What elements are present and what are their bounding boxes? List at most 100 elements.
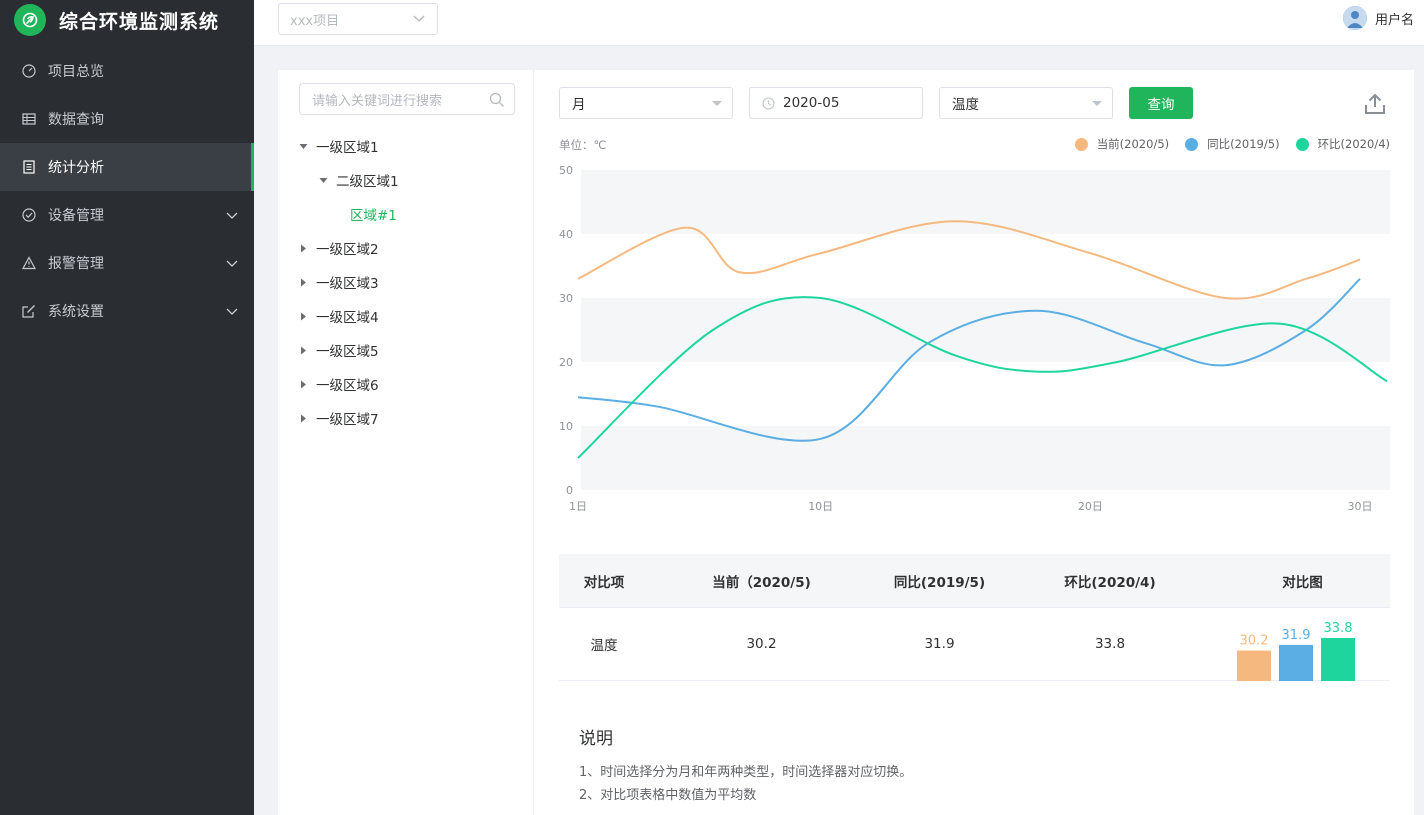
sidebar-item-6[interactable]: 系统设置: [0, 287, 254, 335]
tree-node-label: 二级区域1: [336, 174, 399, 190]
tree-node-label: 一级区域3: [316, 276, 379, 292]
query-button[interactable]: 查询: [1129, 87, 1193, 119]
check-circle-icon: [22, 208, 36, 222]
sidebar-item-5[interactable]: 报警管理: [0, 239, 254, 287]
sidebar: 综合环境监测系统 项目总览数据查询统计分析设备管理报警管理系统设置: [0, 0, 254, 815]
document-icon: [22, 160, 36, 174]
caret-down-icon[interactable]: [318, 175, 328, 185]
tree-node-label: 一级区域1: [316, 140, 379, 156]
sidebar-item-label: 项目总览: [48, 64, 104, 80]
sidebar-item-label: 数据查询: [48, 112, 104, 128]
legend-label: 环比(2020/4): [1317, 137, 1390, 151]
region-tree: 一级区域1 二级区域1 区域#1 一级区域2 一级区域3 一级区域4 一级区域5 一级区域6 一…: [278, 129, 534, 435]
chevron-down-icon: [226, 208, 238, 224]
caret-right-icon[interactable]: [298, 345, 308, 355]
table-row: 温度 30.2 31.9 33.8 30.2 31.9 33.8: [559, 608, 1390, 681]
sidebar-item-label: 统计分析: [48, 160, 104, 176]
note-line: 1、时间选择分为月和年两种类型，时间选择器对应切换。: [579, 765, 913, 780]
note-line: 2、对比项表格中数值为平均数: [579, 788, 757, 803]
tree-node[interactable]: 一级区域1: [278, 129, 534, 163]
export-upload-icon[interactable]: [1363, 92, 1387, 116]
region-tree-pane: 请输入关键词进行搜索 一级区域1 二级区域1 区域#1 一级区域2 一级区域3 一级区域4…: [278, 70, 534, 815]
tree-node-label: 一级区域6: [316, 378, 379, 394]
edit-icon: [22, 304, 36, 318]
chevron-down-icon: [226, 256, 238, 272]
chart-legend: 当前(2020/5) 同比(2019/5) 环比(2020/4): [1059, 136, 1390, 152]
tree-node-label: 一级区域7: [316, 412, 379, 428]
period-select[interactable]: 月: [559, 87, 733, 119]
tree-node-label: 一级区域4: [316, 310, 379, 326]
tree-leaf[interactable]: 区域#1: [278, 197, 534, 231]
topbar: xxx项目 用户名: [254, 0, 1424, 46]
table-header: 对比项 当前（2020/5) 同比(2019/5) 环比(2020/4) 对比图: [559, 554, 1390, 608]
tree-node[interactable]: 二级区域1: [278, 163, 534, 197]
caret-right-icon[interactable]: [298, 311, 308, 321]
legend-dot-icon: [1185, 137, 1199, 151]
caret-right-icon[interactable]: [298, 243, 308, 253]
dashboard-icon: [22, 64, 36, 78]
user-menu[interactable]: 用户名: [1342, 6, 1414, 30]
avatar: [1342, 6, 1367, 30]
tree-node[interactable]: 一级区域2: [278, 231, 534, 265]
sidebar-item-label: 设备管理: [48, 208, 104, 224]
x-tick-label: 10日: [808, 500, 833, 513]
legend-label: 当前(2020/5): [1096, 137, 1170, 151]
x-tick-label: 30日: [1348, 500, 1373, 513]
mini-bar: [1321, 638, 1355, 681]
header-mom: 环比(2020/4): [1064, 574, 1156, 591]
sidebar-item-label: 系统设置: [48, 304, 104, 320]
leaf-logo-icon: [14, 4, 46, 36]
content-panel: 请输入关键词进行搜索 一级区域1 二级区域1 区域#1 一级区域2 一级区域3 一级区域4…: [278, 70, 1414, 815]
cell-yoy: 31.9: [924, 636, 955, 652]
y-tick-label: 0: [566, 484, 573, 497]
metric-select[interactable]: 温度: [939, 87, 1113, 119]
mini-bar-label: 33.8: [1324, 621, 1353, 636]
tree-search-placeholder: 请输入关键词进行搜索: [312, 93, 443, 109]
cell-current: 30.2: [746, 636, 777, 652]
notes-title: 说明: [579, 729, 613, 749]
sidebar-item-2[interactable]: 数据查询: [0, 95, 254, 143]
legend-dot-icon: [1074, 137, 1088, 151]
legend-item[interactable]: 当前(2020/5): [1074, 136, 1170, 152]
sidebar-menu: 项目总览数据查询统计分析设备管理报警管理系统设置: [0, 47, 254, 335]
caret-right-icon[interactable]: [298, 379, 308, 389]
temperature-line-chart: 0 10 20 30 40 50 1日 10日 20日 30日: [559, 164, 1390, 513]
cell-item: 温度: [590, 638, 618, 654]
sidebar-item-3[interactable]: 统计分析: [0, 143, 254, 191]
app-title: 综合环境监测系统: [59, 10, 220, 33]
cell-mom: 33.8: [1094, 636, 1126, 652]
username: 用户名: [1374, 12, 1414, 28]
metric-select-value: 温度: [952, 97, 979, 113]
tree-node-label: 一级区域5: [316, 344, 379, 360]
tree-node[interactable]: 一级区域3: [278, 265, 534, 299]
tree-search-input[interactable]: 请输入关键词进行搜索: [299, 83, 515, 115]
search-icon: [489, 92, 504, 107]
chart-unit-label: 单位：℃: [559, 138, 607, 152]
table-icon: [22, 112, 36, 126]
sidebar-item-4[interactable]: 设备管理: [0, 191, 254, 239]
sidebar-item-1[interactable]: 项目总览: [0, 47, 254, 95]
caret-right-icon[interactable]: [298, 277, 308, 287]
mini-bar: [1279, 644, 1313, 681]
tree-node[interactable]: 一级区域4: [278, 299, 534, 333]
tree-node[interactable]: 一级区域6: [278, 367, 534, 401]
y-tick-label: 10: [559, 420, 573, 433]
analysis-pane: 月 2020-05 温度 查询 单位：℃ 当前(2020/5) 同比(2019/5…: [535, 70, 1414, 815]
y-tick-label: 40: [559, 228, 573, 241]
legend-dot-icon: [1295, 137, 1309, 151]
x-tick-label: 1日: [569, 500, 587, 513]
caret-right-icon[interactable]: [298, 413, 308, 423]
legend-item[interactable]: 环比(2020/4): [1295, 136, 1390, 152]
project-select[interactable]: xxx项目: [278, 3, 438, 35]
mini-bar-label: 31.9: [1282, 628, 1311, 643]
comparison-table: 对比项 当前（2020/5) 同比(2019/5) 环比(2020/4) 对比图…: [559, 554, 1390, 681]
header-current: 当前（2020/5): [712, 574, 811, 591]
legend-item[interactable]: 同比(2019/5): [1185, 136, 1280, 152]
mini-bar-label: 30.2: [1240, 634, 1269, 649]
y-tick-label: 50: [559, 164, 573, 177]
tree-node[interactable]: 一级区域5: [278, 333, 534, 367]
caret-down-icon[interactable]: [298, 141, 308, 151]
tree-node[interactable]: 一级区域7: [278, 401, 534, 435]
sidebar-item-label: 报警管理: [48, 256, 104, 272]
date-picker[interactable]: 2020-05: [749, 87, 923, 119]
